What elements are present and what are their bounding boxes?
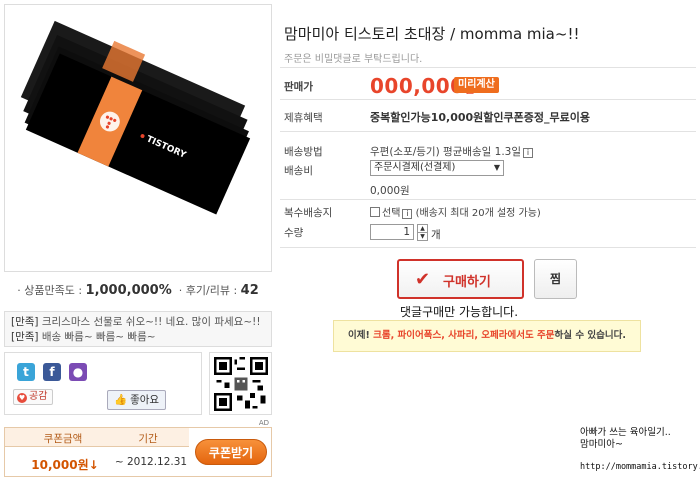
check-icon: ✔	[415, 269, 431, 290]
multi-ship-checkbox[interactable]	[370, 207, 380, 217]
notice-prefix: 이제!	[348, 330, 374, 341]
price-label: 판매가	[284, 81, 313, 93]
multi-ship-text: 선택	[382, 208, 401, 219]
price-value: 000,000	[370, 74, 465, 98]
quantity-stepper[interactable]: ▲ ▼	[417, 224, 428, 241]
ship-method: 우편(소포/등기) 평균배송일 1.3일 i	[370, 144, 534, 159]
quantity-input[interactable]: 1	[370, 224, 414, 240]
reviews-label: · 후기/리뷰 :	[178, 284, 238, 297]
notice-suffix: 하실 수 있습니다.	[554, 330, 626, 341]
browser-notice: 이제! 크롬, 파이어폭스, 사파리, 오페라에서도 주문하실 수 있습니다.	[333, 320, 641, 352]
buy-button[interactable]: ✔ 구매하기	[397, 259, 524, 299]
ship-select-value: 주문시결제(선결제)	[374, 162, 456, 173]
benefit-text: 중복할인가능10,000원할인쿠폰증정_무료이용	[370, 111, 590, 124]
satisfaction-label: · 상품만족도 :	[17, 284, 83, 297]
coupon-col-amount: 쿠폰금액	[43, 433, 83, 445]
multi-ship-label: 복수배송지	[284, 207, 333, 219]
info-icon[interactable]: i	[402, 209, 413, 219]
price-calc-button[interactable]: 미리계산	[454, 77, 499, 93]
satisfaction-value: 1,000,000%	[85, 283, 172, 298]
reviews-count[interactable]: 42	[241, 283, 259, 298]
coupon-period: ~ 2012.12.31	[114, 456, 188, 468]
ship-payment-select[interactable]: 주문시결제(선결제) ▼	[370, 160, 504, 176]
divider	[280, 99, 696, 100]
list-item[interactable]: [만족] 배송 빠름~ 빠름~ 빠름~	[11, 330, 265, 345]
product-title: 맘마미아 티스토리 초대장 / momma mia~!!	[284, 25, 580, 43]
ship-cost-label: 배송비	[284, 165, 313, 177]
chevron-down-icon: ▼	[493, 163, 500, 172]
divider	[280, 199, 696, 200]
divider	[280, 247, 696, 248]
review-tag: [만족]	[11, 331, 39, 343]
blog-title: 아빠가 쓰는 육아일기.. 맘마미아~	[580, 427, 671, 451]
divider	[280, 67, 696, 68]
like-button[interactable]: 👍 좋아요	[107, 390, 167, 410]
like-icon: 👍	[114, 394, 128, 406]
satisfaction-summary: · 상품만족도 : 1,000,000% · 후기/리뷰 : 42	[4, 282, 272, 298]
info-icon[interactable]: i	[523, 148, 534, 158]
twitter-icon[interactable]: t	[17, 363, 35, 381]
multi-ship-note: (배송지 최대 20개 설정 가능)	[412, 208, 541, 219]
title-note: 주문은 비밀댓글로 부탁드립니다.	[284, 54, 423, 65]
comment-note: 댓글구매만 가능합니다.	[400, 305, 519, 319]
blog-title-line2: 맘마미아~	[580, 439, 623, 450]
qty-label: 수량	[284, 227, 304, 239]
divider	[280, 131, 696, 132]
blog-title-line1: 아빠가 쓰는 육아일기..	[580, 427, 671, 438]
chevron-down-icon[interactable]: ▼	[418, 233, 427, 241]
ship-method-text: 우편(소포/등기) 평균배송일 1.3일	[370, 146, 522, 158]
empathy-label: 공감	[29, 391, 48, 402]
buy-label: 구매하기	[443, 275, 491, 290]
wish-button[interactable]: 찜	[534, 259, 577, 299]
review-text: 배송 빠름~ 빠름~ 빠름~	[38, 331, 156, 343]
qr-code[interactable]	[209, 352, 272, 415]
me2day-icon[interactable]: ●	[69, 363, 87, 381]
ship-method-label: 배송방법	[284, 146, 323, 158]
like-label: 좋아요	[130, 394, 160, 406]
empathy-button[interactable]: ♥ 공감	[13, 389, 54, 405]
blog-url[interactable]: http://mommamia.tistory.com	[580, 462, 700, 472]
coupon-col-period: 기간	[138, 433, 158, 445]
facebook-icon[interactable]: f	[43, 363, 61, 381]
coupon-amount: 10,000원↓	[31, 458, 99, 472]
chevron-up-icon[interactable]: ▲	[418, 225, 427, 233]
benefit-label: 제휴혜택	[284, 112, 323, 124]
empathy-icon: ♥	[17, 393, 27, 403]
review-text: 크리스마스 선물로 쉬오~!! 네요. 많이 파세요~!!	[38, 316, 261, 328]
qty-unit: 개	[431, 229, 441, 241]
list-item[interactable]: [만족] 크리스마스 선물로 쉬오~!! 네요. 많이 파세요~!!	[11, 315, 265, 330]
coupon-box: AD 쿠폰금액 기간 10,000원↓ ~ 2012.12.31 쿠폰받기	[4, 419, 272, 477]
product-image: TISTORY	[4, 4, 272, 272]
ad-tag: AD	[258, 419, 269, 427]
review-tag: [만족]	[11, 316, 39, 328]
notice-browsers: 크롬, 파이어폭스, 사파리, 오페라에서도 주문	[373, 330, 555, 341]
ship-cost: 0,000원	[370, 185, 410, 197]
share-box: t f ● ♥ 공감 👍 좋아요	[4, 352, 202, 415]
review-list: [만족] 크리스마스 선물로 쉬오~!! 네요. 많이 파세요~!! [만족] …	[4, 311, 272, 347]
multi-ship-option: 선택 i (배송지 최대 20개 설정 가능)	[370, 204, 541, 219]
coupon-get-button[interactable]: 쿠폰받기	[195, 439, 267, 465]
